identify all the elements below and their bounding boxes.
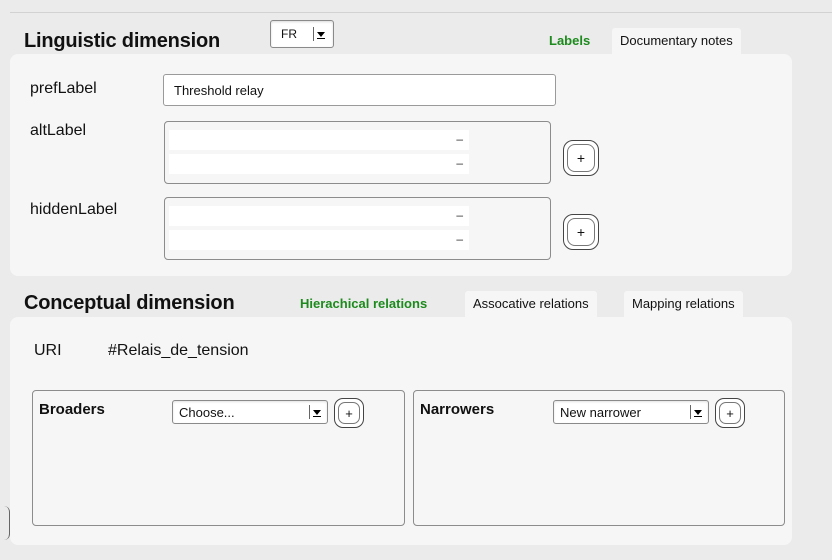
broaders-select[interactable]: Choose... xyxy=(172,400,328,424)
plus-icon: + xyxy=(567,218,595,246)
pref-label-input[interactable]: Threshold relay xyxy=(163,74,556,106)
chevron-down-icon xyxy=(313,27,327,41)
scroll-edge xyxy=(4,506,10,540)
tab-labels[interactable]: Labels xyxy=(541,28,599,54)
chevron-down-icon xyxy=(690,405,704,419)
narrowers-box: Narrowers New narrower + xyxy=(413,390,785,526)
language-select[interactable]: FR xyxy=(270,20,334,48)
hidden-label-input[interactable]: – xyxy=(169,206,469,226)
linguistic-dimension-title: Linguistic dimension xyxy=(24,30,221,52)
top-divider xyxy=(10,12,832,13)
plus-icon: + xyxy=(567,144,595,172)
alt-label-input[interactable]: – xyxy=(169,130,469,150)
remove-row-button[interactable]: – xyxy=(456,232,463,246)
broaders-label: Broaders xyxy=(39,401,105,418)
plus-icon: + xyxy=(338,402,360,424)
narrowers-label: Narrowers xyxy=(420,401,495,418)
pref-label-caption: prefLabel xyxy=(30,80,97,97)
hidden-label-box: – – xyxy=(164,197,551,260)
plus-icon: + xyxy=(719,402,741,424)
add-hidden-label-button[interactable]: + xyxy=(563,214,599,250)
tab-documentary-notes[interactable]: Documentary notes xyxy=(612,28,741,54)
add-broader-button[interactable]: + xyxy=(334,398,364,428)
alt-label-caption: altLabel xyxy=(30,122,87,139)
remove-row-button[interactable]: – xyxy=(456,132,463,146)
skos-concept-editor: Linguistic dimension FR Labels Documenta… xyxy=(0,0,832,560)
broaders-box: Broaders Choose... + xyxy=(32,390,405,526)
uri-caption: URI xyxy=(34,342,62,359)
add-alt-label-button[interactable]: + xyxy=(563,140,599,176)
alt-label-input[interactable]: – xyxy=(169,154,469,174)
chevron-down-icon xyxy=(309,405,323,419)
tab-mapping-relations[interactable]: Mapping relations xyxy=(624,291,743,317)
narrowers-select[interactable]: New narrower xyxy=(553,400,709,424)
add-narrower-button[interactable]: + xyxy=(715,398,745,428)
tab-associative-relations[interactable]: Assocative relations xyxy=(465,291,597,317)
hidden-label-input[interactable]: – xyxy=(169,230,469,250)
hidden-label-caption: hiddenLabel xyxy=(30,201,118,218)
alt-label-box: – – xyxy=(164,121,551,184)
narrowers-selected: New narrower xyxy=(560,404,641,420)
tab-hierarchical-relations[interactable]: Hierachical relations xyxy=(292,291,436,317)
remove-row-button[interactable]: – xyxy=(456,208,463,222)
uri-value: #Relais_de_tension xyxy=(108,342,249,359)
language-value: FR xyxy=(281,27,297,41)
broaders-selected: Choose... xyxy=(179,404,235,420)
remove-row-button[interactable]: – xyxy=(456,156,463,170)
conceptual-dimension-title: Conceptual dimension xyxy=(24,292,235,314)
